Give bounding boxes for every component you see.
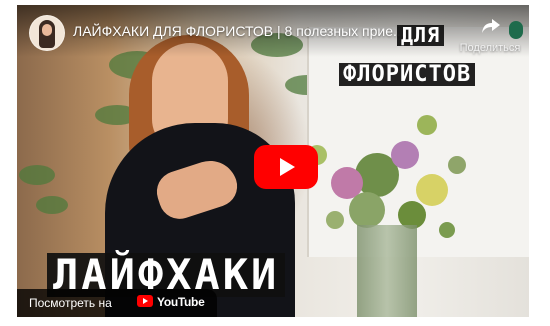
- overlay-text-line1: ДЛЯ: [397, 25, 445, 46]
- play-button[interactable]: [254, 145, 318, 189]
- bouquet-stems: [357, 225, 417, 317]
- watch-label: Посмотреть на: [29, 296, 112, 310]
- youtube-wordmark: YouTube: [157, 295, 205, 309]
- youtube-logo-icon: [137, 295, 153, 307]
- overlay-text-line2: ФЛОРИСТОВ: [339, 63, 476, 86]
- watch-on-youtube-button[interactable]: Посмотреть на YouTube: [17, 289, 217, 317]
- video-title[interactable]: ЛАЙФХАКИ ДЛЯ ФЛОРИСТОВ | 8 полезных прие…: [73, 23, 433, 39]
- play-icon: [280, 158, 295, 176]
- embed-frame: ЛАЙФХАКИ ДЛЯ ФЛОРИСТОВ | 8 полезных прие…: [0, 0, 550, 326]
- player-top-bar: ЛАЙФХАКИ ДЛЯ ФЛОРИСТОВ | 8 полезных прие…: [17, 5, 529, 57]
- share-label: Поделиться: [459, 42, 521, 54]
- share-arrow-icon: [482, 19, 500, 33]
- channel-badge: [509, 21, 523, 39]
- youtube-play-glyph: [143, 298, 148, 304]
- avatar-face: [42, 24, 52, 36]
- video-player[interactable]: ЛАЙФХАКИ ДЛЯ ФЛОРИСТОВ | 8 полезных прие…: [17, 5, 529, 317]
- channel-avatar[interactable]: [29, 15, 65, 51]
